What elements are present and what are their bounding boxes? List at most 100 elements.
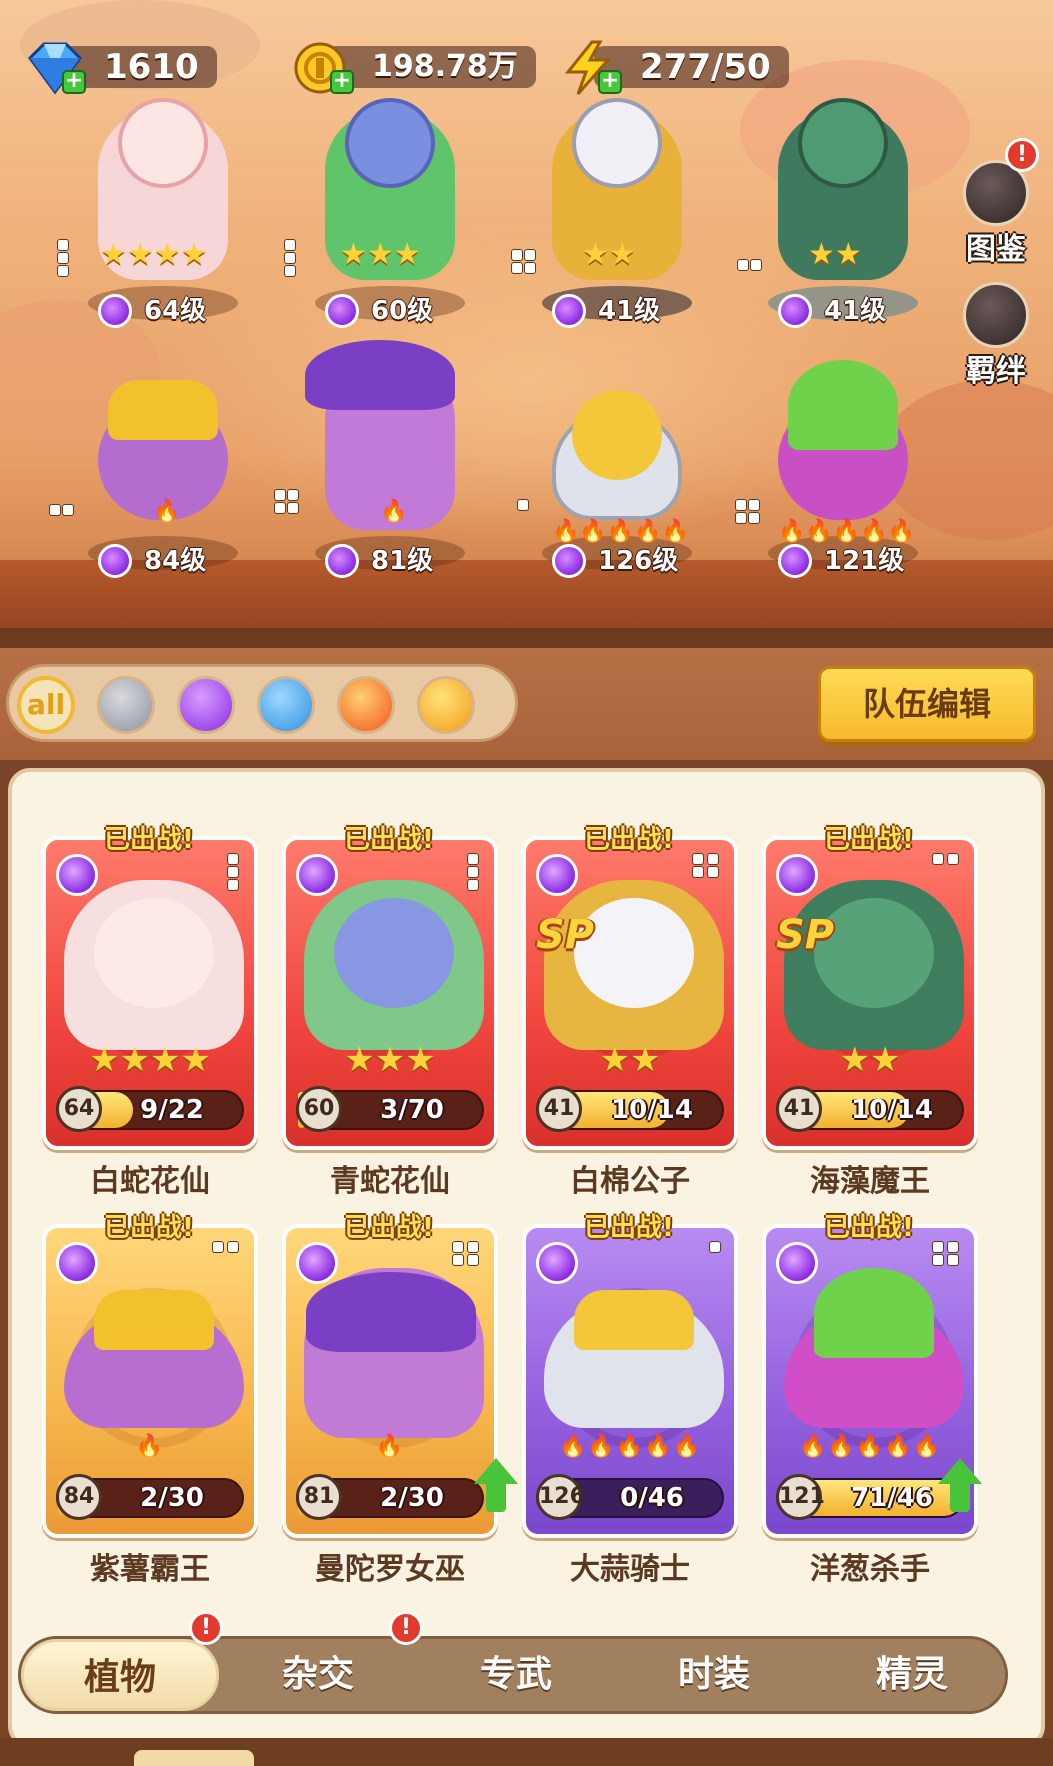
card-flames: 🔥 — [135, 1434, 165, 1459]
card-flames: 🔥🔥🔥🔥🔥 — [799, 1434, 941, 1459]
field-hero-4[interactable]: ★★ 41级 — [738, 90, 938, 330]
hero-level: 41级 — [824, 296, 887, 326]
hero-level: 81级 — [371, 546, 434, 576]
tab-exclusive-weapon[interactable]: 专武 — [417, 1639, 615, 1711]
hero-head — [572, 98, 662, 188]
tab-label: 时装 — [677, 1654, 750, 1695]
card-level: 121 — [776, 1474, 825, 1520]
battle-field: 1610 + 198.78万 + 277/50 + ★★★★ 64级 ★★★ 6… — [0, 0, 1053, 648]
card-name: 洋葱杀手 — [810, 1552, 930, 1587]
energy-counter[interactable]: 277/50 + — [558, 40, 798, 95]
card-frame: SP ★★ 41 10/14 — [522, 836, 738, 1150]
hero-flames: 🔥🔥🔥🔥🔥 — [552, 519, 689, 544]
hero-card[interactable]: 已出战! 🔥 81 2/30 曼陀罗女巫 — [282, 1208, 518, 1587]
hero-card[interactable]: 已出战! ★★★ 60 3/70 青蛇花仙 — [282, 820, 504, 1199]
field-hero-7[interactable]: 🔥🔥🔥🔥🔥 126级 — [512, 340, 712, 580]
card-stars: ★★★★ — [89, 1040, 211, 1080]
filter-all-button[interactable]: all — [17, 676, 75, 734]
hero-stars: ★★★ — [340, 237, 421, 272]
tab-plants[interactable]: 植物 — [21, 1639, 219, 1711]
card-art-head — [814, 1268, 934, 1358]
card-level: 60 — [296, 1086, 342, 1132]
field-hero-1[interactable]: ★★★★ 64级 — [58, 90, 258, 330]
card-progress: 10/14 — [851, 1095, 933, 1125]
sword-icon[interactable] — [97, 676, 155, 734]
codex-button[interactable]: 图鉴 ! — [953, 138, 1039, 270]
progress-bar: 84 2/30 — [56, 1474, 244, 1520]
field-hero-3[interactable]: ★★ 41级 — [512, 90, 712, 330]
card-progress: 9/22 — [140, 1095, 204, 1125]
field-hero-6[interactable]: 🔥 81级 — [275, 340, 485, 580]
hero-card[interactable]: 已出战! SP ★★ 41 10/14 海藻魔王 — [762, 820, 984, 1199]
hero-flames: 🔥 — [380, 499, 408, 524]
slot-shape-icon — [468, 854, 480, 890]
card-frame: 🔥🔥🔥🔥🔥 126 0/46 — [522, 1224, 738, 1538]
field-hero-2[interactable]: ★★★ 60级 — [285, 90, 485, 330]
hero-helmet — [108, 380, 218, 440]
card-name: 曼陀罗女巫 — [315, 1552, 465, 1587]
upgrade-arrow-icon — [474, 1458, 518, 1514]
slot-shape-icon — [58, 240, 68, 276]
game-screen: 1610 + 198.78万 + 277/50 + ★★★★ 64级 ★★★ 6… — [0, 0, 1053, 1766]
hero-flames: 🔥 — [153, 499, 181, 524]
slot-shape-icon — [693, 854, 720, 877]
hero-hat — [305, 340, 455, 410]
coins-counter[interactable]: 198.78万 + — [290, 40, 536, 94]
progress-bar: 41 10/14 — [776, 1086, 964, 1132]
card-flames: 🔥 — [375, 1434, 405, 1459]
field-hero-8[interactable]: 🔥🔥🔥🔥🔥 121级 — [736, 340, 938, 580]
bond-icon — [963, 282, 1029, 348]
tab-hybrid[interactable]: 杂交 — [219, 1639, 417, 1711]
potion-icon — [776, 1242, 818, 1284]
slot-shape-icon — [285, 240, 295, 276]
field-hero-5[interactable]: 🔥 84级 — [50, 340, 258, 580]
potion-icon[interactable] — [177, 676, 235, 734]
hero-card[interactable]: 已出战! 🔥🔥🔥🔥🔥 126 0/46 大蒜骑士 — [522, 1208, 744, 1587]
lightning-icon[interactable] — [417, 676, 475, 734]
potion-icon — [776, 854, 818, 896]
water-drop-icon[interactable] — [257, 676, 315, 734]
hero-helmet — [572, 390, 662, 480]
tab-label: 植物 — [83, 1657, 156, 1698]
sp-tag: SP — [536, 912, 595, 958]
sp-tag: SP — [776, 912, 835, 958]
deployed-tag: 已出战! — [104, 825, 194, 855]
slot-shape-icon — [275, 490, 298, 513]
card-level: 84 — [56, 1474, 102, 1520]
hero-card[interactable]: 已出战! 🔥🔥🔥🔥🔥 121 71/46 洋葱杀手 — [762, 1208, 984, 1587]
hero-card[interactable]: 已出战! 🔥 84 2/30 紫薯霸王 — [42, 1208, 264, 1587]
hero-stars: ★★★★ — [100, 237, 208, 272]
card-level: 64 — [56, 1086, 102, 1132]
slot-shape-icon — [50, 505, 73, 515]
tab-costume[interactable]: 时装 — [615, 1639, 813, 1711]
potion-icon — [296, 854, 338, 896]
card-art-head — [94, 898, 214, 1008]
hero-leaves — [788, 360, 898, 450]
filter-area: all 队伍编辑 — [0, 648, 1053, 760]
bond-button[interactable]: 羁绊 — [953, 282, 1039, 392]
plants-alert-badge: ! — [189, 1611, 223, 1645]
progress-bar: 81 2/30 — [296, 1474, 484, 1520]
hero-card[interactable]: 已出战! ★★★★ 64 9/22 白蛇花仙 — [42, 820, 264, 1199]
card-progress: 0/46 — [620, 1483, 684, 1513]
hero-card[interactable]: 已出战! SP ★★ 41 10/14 白棉公子 — [522, 820, 744, 1199]
card-frame: 🔥 81 2/30 — [282, 1224, 498, 1538]
fire-icon[interactable] — [337, 676, 395, 734]
card-progress: 3/70 — [380, 1095, 444, 1125]
hero-level: 60级 — [371, 296, 434, 326]
gems-counter[interactable]: 1610 + — [22, 40, 262, 95]
card-flames: 🔥🔥🔥🔥🔥 — [559, 1434, 701, 1459]
card-name: 白蛇花仙 — [90, 1164, 210, 1199]
tab-spirit[interactable]: 精灵 — [813, 1639, 1011, 1711]
progress-bar: 60 3/70 — [296, 1086, 484, 1132]
card-name: 青蛇花仙 — [330, 1164, 450, 1199]
progress-bar: 64 9/22 — [56, 1086, 244, 1132]
energy-value: 277/50 — [594, 46, 789, 88]
card-stars: ★★★ — [344, 1040, 436, 1080]
hero-head — [118, 98, 208, 188]
card-level: 41 — [776, 1086, 822, 1132]
potion-icon — [536, 854, 578, 896]
potion-icon — [56, 854, 98, 896]
card-grid: 已出战! ★★★★ 64 9/22 白蛇花仙 已出战! ★★★ 60 3/70 … — [8, 768, 1045, 1748]
team-edit-button[interactable]: 队伍编辑 — [818, 666, 1036, 742]
